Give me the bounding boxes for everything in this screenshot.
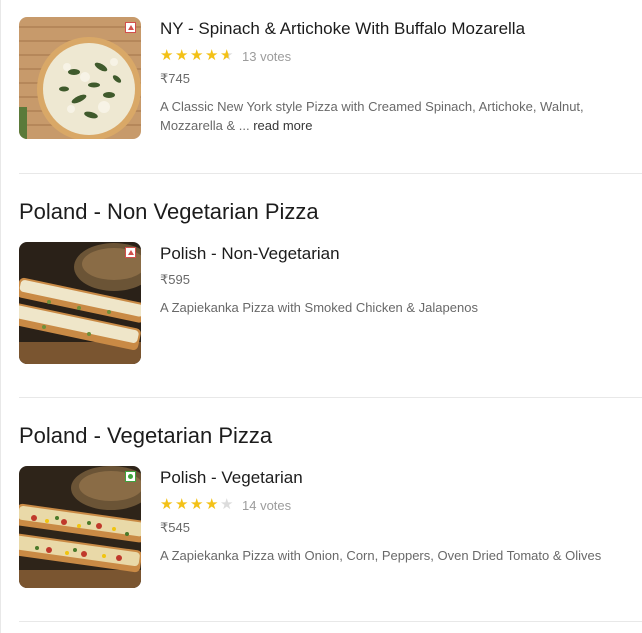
item-name[interactable]: Polish - Non-Vegetarian — [160, 242, 642, 266]
item-name[interactable]: Polish - Vegetarian — [160, 466, 642, 490]
page-left-border — [0, 0, 1, 633]
item-name[interactable]: NY - Spinach & Artichoke With Buffalo Mo… — [160, 17, 642, 41]
non-veg-mark-icon — [125, 247, 136, 258]
item-price: ₹545 — [160, 520, 190, 535]
item-description: A Zapiekanka Pizza with Smoked Chicken &… — [160, 300, 478, 315]
star-icon: ★ — [205, 47, 219, 64]
star-empty-icon: ★ — [220, 496, 234, 513]
item-rating: ★ ★ ★ ★ ★ 13 votes — [160, 47, 642, 65]
read-more-link[interactable]: read more — [253, 118, 312, 133]
zapiekanka-image[interactable] — [19, 242, 141, 364]
section-title: Poland - Non Vegetarian Pizza — [19, 199, 319, 224]
description-text: A Classic New York style Pizza with Crea… — [160, 99, 584, 133]
menu-item[interactable]: Polish - Vegetarian ★ ★ ★ ★ ★ 14 votes ₹… — [19, 466, 642, 588]
star-icon: ★ — [175, 496, 189, 513]
star-icon: ★ — [160, 496, 174, 513]
item-rating: ★ ★ ★ ★ ★ 14 votes — [160, 496, 642, 514]
star-icon: ★ — [190, 47, 204, 64]
divider — [19, 397, 642, 398]
vote-count: 14 votes — [242, 497, 292, 513]
star-icon: ★ — [205, 496, 219, 513]
star-icon: ★ — [175, 47, 189, 64]
item-price: ₹745 — [160, 71, 190, 86]
star-icon: ★ — [190, 496, 204, 513]
rating-stars: ★ ★ ★ ★ ★ — [160, 48, 234, 64]
zapiekanka-veg-image[interactable] — [19, 466, 141, 588]
divider — [19, 621, 642, 622]
item-description: A Classic New York style Pizza with Crea… — [160, 97, 642, 135]
pizza-image[interactable] — [19, 17, 141, 139]
menu-item[interactable]: NY - Spinach & Artichoke With Buffalo Mo… — [19, 17, 642, 139]
item-price: ₹595 — [160, 272, 190, 287]
star-icon: ★ — [160, 47, 174, 64]
veg-mark-icon — [125, 471, 136, 482]
star-half-icon: ★ — [220, 47, 234, 64]
rating-stars: ★ ★ ★ ★ ★ — [160, 497, 234, 513]
section-title: Poland - Vegetarian Pizza — [19, 423, 273, 448]
item-description: A Zapiekanka Pizza with Onion, Corn, Pep… — [160, 548, 602, 563]
menu-item[interactable]: Polish - Non-Vegetarian ₹595 A Zapiekank… — [19, 242, 642, 364]
non-veg-mark-icon — [125, 22, 136, 33]
divider — [19, 173, 642, 174]
vote-count: 13 votes — [242, 48, 292, 64]
